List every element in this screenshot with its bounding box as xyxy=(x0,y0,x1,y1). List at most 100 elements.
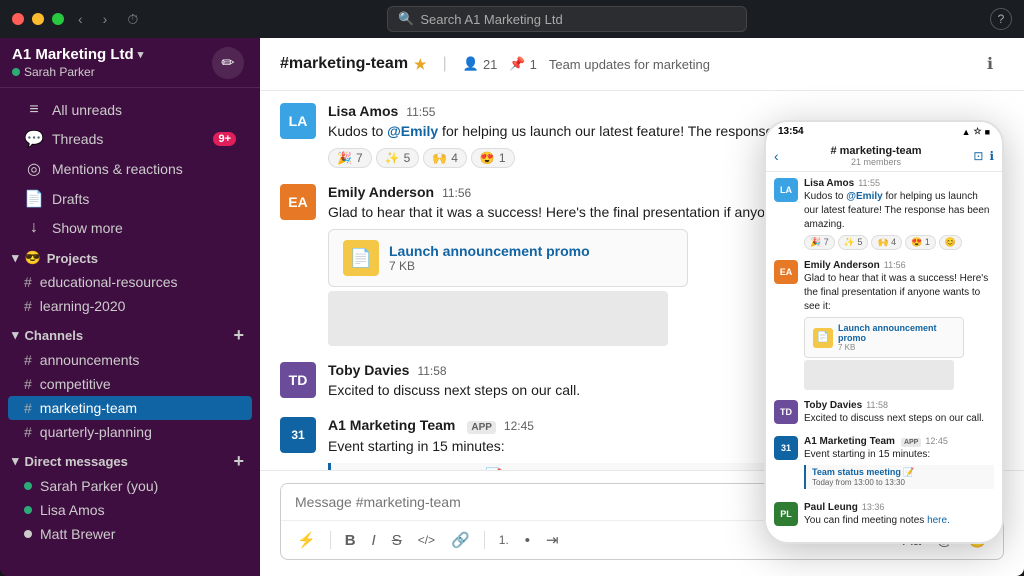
history-button[interactable]: ⏱ xyxy=(121,9,144,30)
sidebar-nav: ≡ All unreads 💬 Threads 9+ ◎ Mentions & … xyxy=(0,88,260,576)
dm-item-matt[interactable]: Matt Brewer xyxy=(8,522,252,546)
phone-back-button[interactable]: ‹ xyxy=(774,148,779,164)
phone-att-preview xyxy=(804,360,954,390)
sidebar-item-show-more[interactable]: ↓ Show more xyxy=(8,214,252,242)
members-icon: 👤 xyxy=(463,56,479,72)
hash-icon: # xyxy=(24,274,32,290)
hash-icon: # xyxy=(24,400,32,416)
phone-msg-text: Kudos to @Emily for helping us launch ou… xyxy=(804,190,994,232)
link-button[interactable]: 🔗 xyxy=(445,527,476,553)
maximize-button[interactable] xyxy=(52,13,64,25)
main-content: #marketing-team ★ | 👤 21 📌 1 Team update… xyxy=(260,0,1024,576)
strikethrough-button[interactable]: S xyxy=(386,528,408,553)
channel-label-quarterly-planning: quarterly-planning xyxy=(40,424,152,440)
reaction-item[interactable]: 😍 1 xyxy=(471,148,515,168)
battery-icon: ■ xyxy=(985,127,990,137)
channel-item-quarterly-planning[interactable]: # quarterly-planning xyxy=(8,420,252,444)
search-bar[interactable]: 🔍 Search A1 Marketing Ltd xyxy=(387,6,747,32)
phone-time: 13:54 xyxy=(778,126,804,137)
channel-meta: 👤 21 📌 1 Team updates for marketing xyxy=(463,56,710,72)
channel-item-marketing-team[interactable]: # marketing-team xyxy=(8,396,252,420)
online-dot xyxy=(24,482,32,490)
sidebar-item-unreads[interactable]: ≡ All unreads xyxy=(8,96,252,124)
channel-item-competitive[interactable]: # competitive xyxy=(8,372,252,396)
channel-item-educational-resources[interactable]: # educational-resources xyxy=(8,270,252,294)
reaction-item[interactable]: ✨ 5 xyxy=(376,148,420,168)
list-item: EA Emily Anderson 11:56 Glad to hear tha… xyxy=(774,260,994,390)
projects-chevron-icon: ▾ xyxy=(12,250,19,266)
channel-item-announcements[interactable]: # announcements xyxy=(8,348,252,372)
phone-reaction-item[interactable]: ✨ 5 xyxy=(838,235,869,250)
hash-icon: # xyxy=(24,352,32,368)
dm-item-sarah[interactable]: Sarah Parker (you) xyxy=(8,474,252,498)
sidebar-item-threads[interactable]: 💬 Threads 9+ xyxy=(8,124,252,154)
dm-item-lisa[interactable]: Lisa Amos xyxy=(8,498,252,522)
ordered-list-button[interactable]: 1. xyxy=(493,529,515,551)
phone-reaction-item[interactable]: 🎉 7 xyxy=(804,235,835,250)
unordered-list-button[interactable]: • xyxy=(519,528,536,553)
phone-channel-members: 21 members xyxy=(785,157,968,167)
phone-reaction-item[interactable]: 😍 1 xyxy=(905,235,936,250)
phone-channel-header: ‹ # marketing-team 21 members ⊡ ℹ xyxy=(766,141,1002,172)
forward-button[interactable]: › xyxy=(97,9,114,29)
sender-name: Emily Anderson xyxy=(328,184,434,200)
hash-icon: # xyxy=(24,298,32,314)
channels-section-header[interactable]: ▾ Channels + xyxy=(0,318,260,348)
channel-label-educational-resources: educational-resources xyxy=(40,274,178,290)
add-channel-button[interactable]: + xyxy=(233,326,244,344)
indent-button[interactable]: ⇥ xyxy=(540,527,565,553)
sidebar-item-drafts[interactable]: 📄 Drafts xyxy=(8,184,252,214)
phone-mockup: 13:54 ▲ ☆ ■ ‹ # marketing-team 21 member… xyxy=(764,120,1004,544)
phone-info-icon[interactable]: ℹ xyxy=(989,149,994,163)
phone-msg-header: A1 Marketing Team APP 12:45 xyxy=(804,436,994,447)
reaction-item[interactable]: 🎉 7 xyxy=(328,148,372,168)
phone-channel-info: # marketing-team 21 members xyxy=(785,145,968,167)
phone-reaction-item[interactable]: 🙌 4 xyxy=(871,235,902,250)
phone-file-attachment[interactable]: 📄 Launch announcement promo 7 KB xyxy=(804,317,964,358)
msg-time: 11:56 xyxy=(442,186,471,200)
channel-item-learning-2020[interactable]: # learning-2020 xyxy=(8,294,252,318)
avatar: TD xyxy=(280,362,316,398)
phone-link[interactable]: here. xyxy=(927,515,950,526)
phone-msg-header: Toby Davies 11:58 xyxy=(804,400,994,411)
avatar: EA xyxy=(280,184,316,220)
file-attachment[interactable]: 📄 Launch announcement promo 7 KB xyxy=(328,229,688,287)
close-button[interactable] xyxy=(12,13,24,25)
phone-msg-time: 13:36 xyxy=(862,502,885,512)
reaction-item[interactable]: 🙌 4 xyxy=(423,148,467,168)
code-button[interactable]: </> xyxy=(412,529,441,551)
unreads-icon: ≡ xyxy=(24,101,44,119)
phone-msg-text: Glad to hear that it was a success! Here… xyxy=(804,272,994,314)
pin-icon: 📌 xyxy=(509,56,525,72)
back-button[interactable]: ‹ xyxy=(72,9,89,29)
dm-section-header[interactable]: ▾ Direct messages + xyxy=(0,444,260,474)
lightning-bolt-button[interactable]: ⚡ xyxy=(291,527,322,553)
bold-button[interactable]: B xyxy=(339,528,362,553)
user-status: Sarah Parker xyxy=(12,65,143,79)
projects-section-header[interactable]: ▾ 😎 Projects xyxy=(0,242,260,270)
workspace-header: A1 Marketing Ltd ▾ Sarah Parker ✏ xyxy=(0,38,260,88)
mentions-icon: ◎ xyxy=(24,159,44,179)
italic-button[interactable]: I xyxy=(366,528,382,553)
star-icon[interactable]: ★ xyxy=(414,56,427,73)
phone-reaction-item[interactable]: 😊 xyxy=(939,235,962,250)
help-button[interactable]: ? xyxy=(990,8,1012,30)
sidebar-label-mentions: Mentions & reactions xyxy=(52,161,183,177)
channel-name: #marketing-team xyxy=(280,55,408,73)
search-icon: 🔍 xyxy=(398,11,414,27)
phone-mention[interactable]: @Emily xyxy=(846,191,882,202)
phone-search-icon[interactable]: ⊡ xyxy=(973,149,983,163)
signal-icon: ☆ xyxy=(973,126,981,137)
mention[interactable]: @Emily xyxy=(387,123,438,139)
phone-quoted-block: Team status meeting 📝 Today from 13:00 t… xyxy=(804,465,994,489)
minimize-button[interactable] xyxy=(32,13,44,25)
projects-label: Projects xyxy=(47,251,98,266)
sidebar-item-mentions[interactable]: ◎ Mentions & reactions xyxy=(8,154,252,184)
channels-label: Channels xyxy=(25,328,84,343)
workspace-name[interactable]: A1 Marketing Ltd ▾ xyxy=(12,46,143,63)
compose-button[interactable]: ✏ xyxy=(212,47,244,79)
add-dm-button[interactable]: + xyxy=(233,452,244,470)
divider: | xyxy=(443,55,447,73)
phone-messages[interactable]: LA Lisa Amos 11:55 Kudos to @Emily for h… xyxy=(766,172,1002,542)
channel-info-button[interactable]: ℹ xyxy=(976,50,1004,78)
